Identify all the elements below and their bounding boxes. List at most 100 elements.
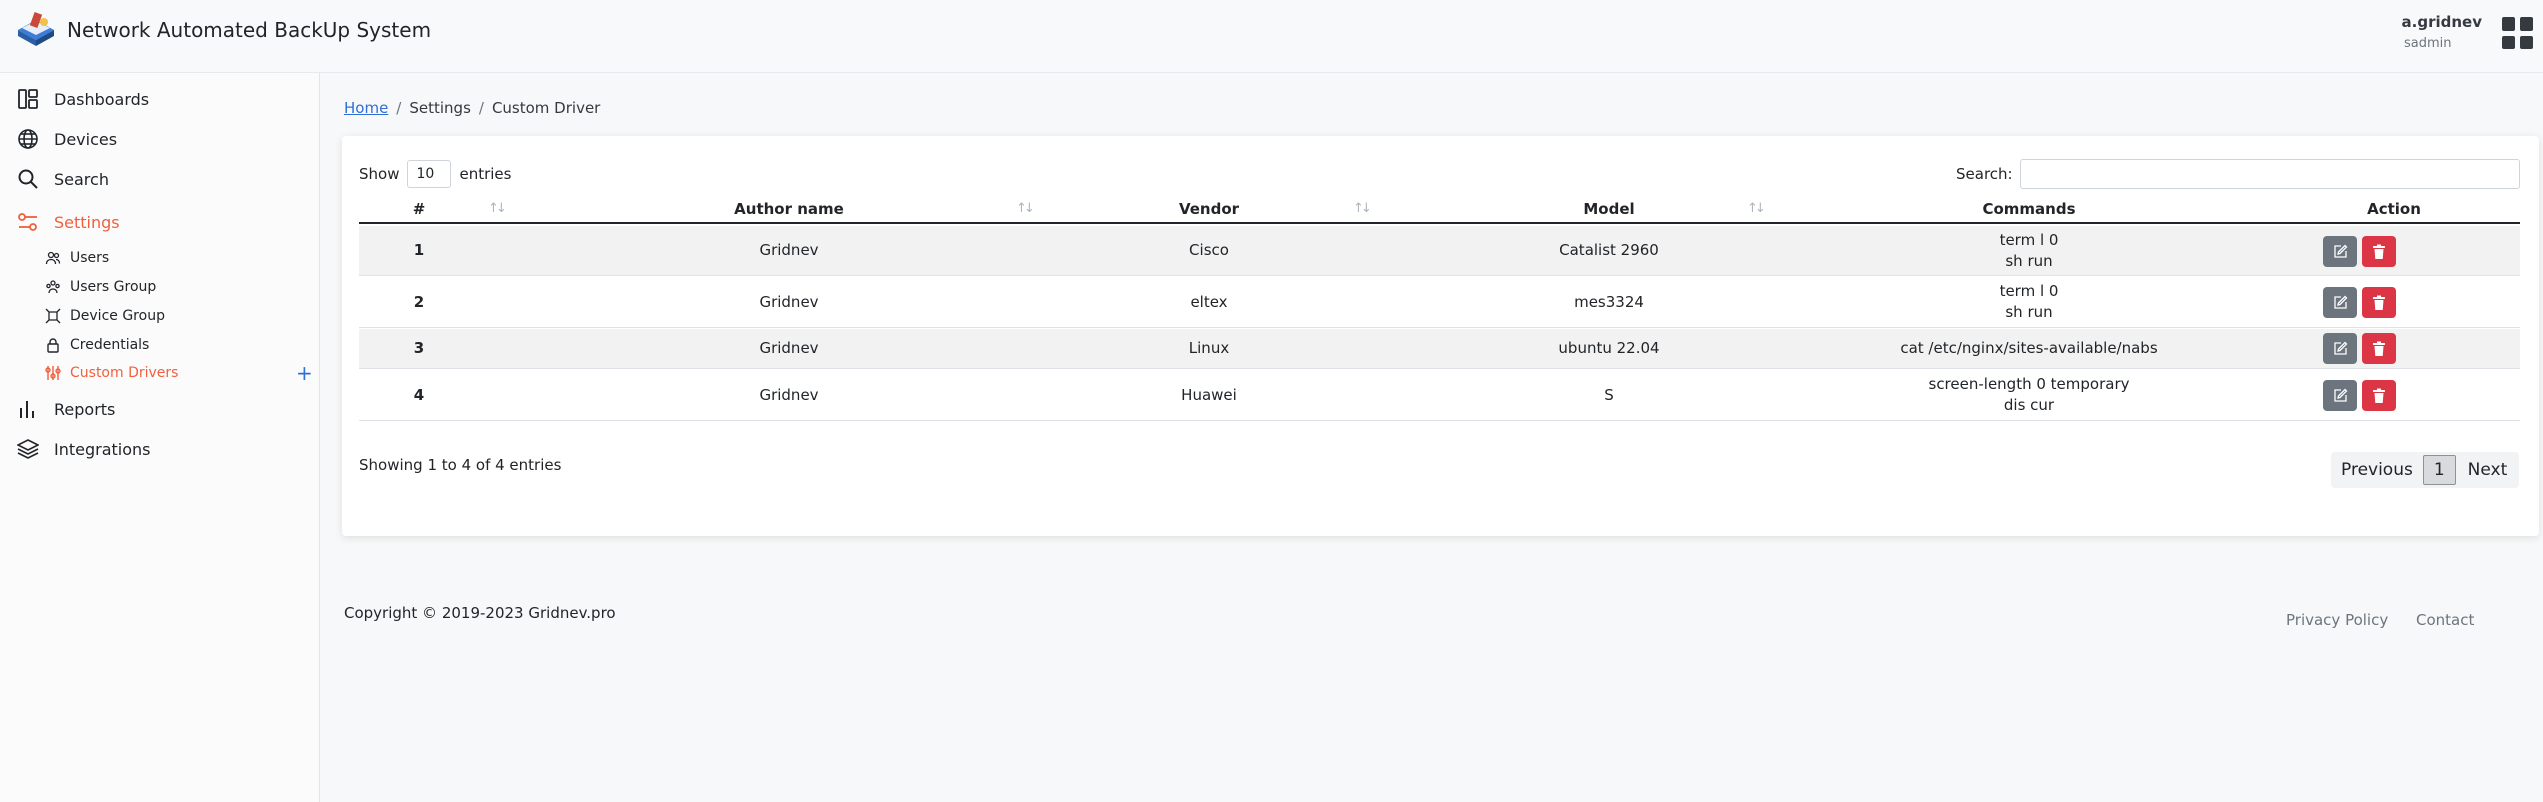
edit-icon [2334,341,2348,355]
row-vendor: eltex [1190,292,1228,311]
sidebar-subitem-credentials[interactable]: Credentials [44,334,149,356]
search-input[interactable] [2020,159,2520,189]
delete-button[interactable] [2362,287,2396,318]
lock-icon [44,336,62,354]
table-row: 2 Gridnev eltex mes3324 term l 0 sh run [359,277,2520,328]
sidebar-item-settings[interactable]: Settings [16,208,120,236]
row-vendor: Linux [1188,339,1230,357]
table-row: 4 Gridnev Huawei S screen-length 0 tempo… [359,370,2520,421]
row-number: 1 [413,241,425,259]
sidebar-subitem-label: Device Group [70,308,165,324]
copyright-text: Copyright © 2019-2023 Gridnev.pro [344,604,616,622]
search-icon [16,167,40,191]
row-commands: cat /etc/nginx/sites-available/nabs [1829,329,2229,368]
row-model: Catalist 2960 [1559,241,1659,259]
row-author: Gridnev [759,385,819,404]
column-header-commands: Commands [1982,200,2076,218]
entries-select[interactable]: 10 [407,160,452,188]
column-header-model[interactable]: Model [1529,200,1689,218]
column-header-number[interactable]: # [409,200,429,218]
delete-button[interactable] [2362,236,2396,267]
sidebar-subitem-users-group[interactable]: Users Group [44,276,156,298]
add-custom-driver-button[interactable]: + [296,362,313,384]
breadcrumb-settings: Settings [409,99,471,117]
command-line: screen-length 0 temporary [1928,375,2130,393]
sidebar-subitem-label: Users [70,250,110,266]
table-header: # ↑↓ Author name ↑↓ Vendor ↑↓ Model ↑↓ C… [359,200,2520,224]
row-number: 3 [413,339,425,357]
sidebar-item-label: Devices [54,129,118,149]
sidebar-subitem-label: Credentials [70,337,150,353]
users-icon [44,249,62,267]
custom-drivers-icon [44,364,62,382]
row-model: ubuntu 22.04 [1558,339,1660,357]
sidebar-subitem-device-group[interactable]: Device Group [44,305,165,327]
user-name[interactable]: a.gridnev [2402,13,2482,31]
row-author: Gridnev [759,339,819,357]
table-info: Showing 1 to 4 of 4 entries [359,456,562,474]
sort-icon[interactable]: ↑↓ [1016,201,1035,216]
grid-apps-icon[interactable] [2502,17,2534,49]
custom-drivers-card: Show 10 entries Search: # ↑↓ Author name… [342,136,2539,536]
page-1-button[interactable]: 1 [2422,455,2456,485]
sidebar-item-label: Settings [54,212,120,232]
sidebar-item-label: Search [54,169,109,189]
bar-chart-icon [16,397,40,421]
row-number: 2 [413,292,425,311]
trash-icon [2373,341,2385,356]
sidebar-subitem-label: Users Group [70,279,157,295]
command-line: term l 0 [1999,282,2059,300]
column-header-author[interactable]: Author name [659,200,919,218]
column-header-vendor[interactable]: Vendor [1139,200,1279,218]
layers-icon [16,437,40,461]
sort-icon[interactable]: ↑↓ [1747,201,1766,216]
user-role: sadmin [2404,36,2452,51]
edit-button[interactable] [2323,287,2357,318]
table-row: 3 Gridnev Linux ubuntu 22.04 cat /etc/ng… [359,329,2520,369]
top-header: Network Automated BackUp System a.gridne… [0,0,2543,73]
edit-button[interactable] [2323,380,2357,411]
edit-button[interactable] [2323,333,2357,364]
command-line: term l 0 [1999,230,2059,249]
privacy-policy-link[interactable]: Privacy Policy [2286,611,2388,629]
breadcrumb-home-link[interactable]: Home [344,99,388,117]
sidebar-item-reports[interactable]: Reports [16,395,115,423]
edit-button[interactable] [2323,236,2357,267]
trash-icon [2373,295,2385,310]
sidebar-subitem-users[interactable]: Users [44,247,109,269]
entries-length-control: Show 10 entries [359,160,511,188]
sort-icon[interactable]: ↑↓ [488,201,507,216]
contact-link[interactable]: Contact [2416,611,2474,629]
previous-page-button[interactable]: Previous [2331,452,2423,488]
delete-button[interactable] [2362,380,2396,411]
sidebar-item-search[interactable]: Search [16,165,109,193]
users-group-icon [44,278,62,296]
row-model: mes3324 [1574,292,1644,311]
book-logo-icon[interactable] [14,10,58,52]
trash-icon [2373,388,2385,403]
table-row: 1 Gridnev Cisco Catalist 2960 term l 0 s… [359,226,2520,276]
next-page-button[interactable]: Next [2456,452,2520,488]
sort-icon[interactable]: ↑↓ [1353,201,1372,216]
search-label: Search: [1956,165,2013,183]
row-model: S [1604,385,1614,404]
sidebar-item-dashboards[interactable]: Dashboards [16,85,149,113]
sidebar-item-devices[interactable]: Devices [16,125,117,153]
command-line: sh run [2005,251,2053,270]
command-line: dis cur [2003,396,2055,414]
command-line: sh run [2005,303,2053,321]
row-commands: term l 0 sh run [1829,226,2229,275]
command-line: cat /etc/nginx/sites-available/nabs [1900,339,2158,357]
sidebar-subitem-custom-drivers[interactable]: Custom Drivers [44,362,178,384]
sidebar-item-label: Integrations [54,439,151,459]
delete-button[interactable] [2362,333,2396,364]
sidebar: Dashboards Devices Search Settings Users… [0,73,320,802]
sidebar-item-label: Reports [54,399,116,419]
row-vendor: Cisco [1189,241,1229,259]
sidebar-item-integrations[interactable]: Integrations [16,435,151,463]
device-group-icon [44,307,62,325]
edit-icon [2334,295,2348,309]
show-label: Show [359,165,400,183]
pagination: Previous 1 Next [2331,452,2520,488]
sidebar-subitem-label: Custom Drivers [70,365,179,381]
